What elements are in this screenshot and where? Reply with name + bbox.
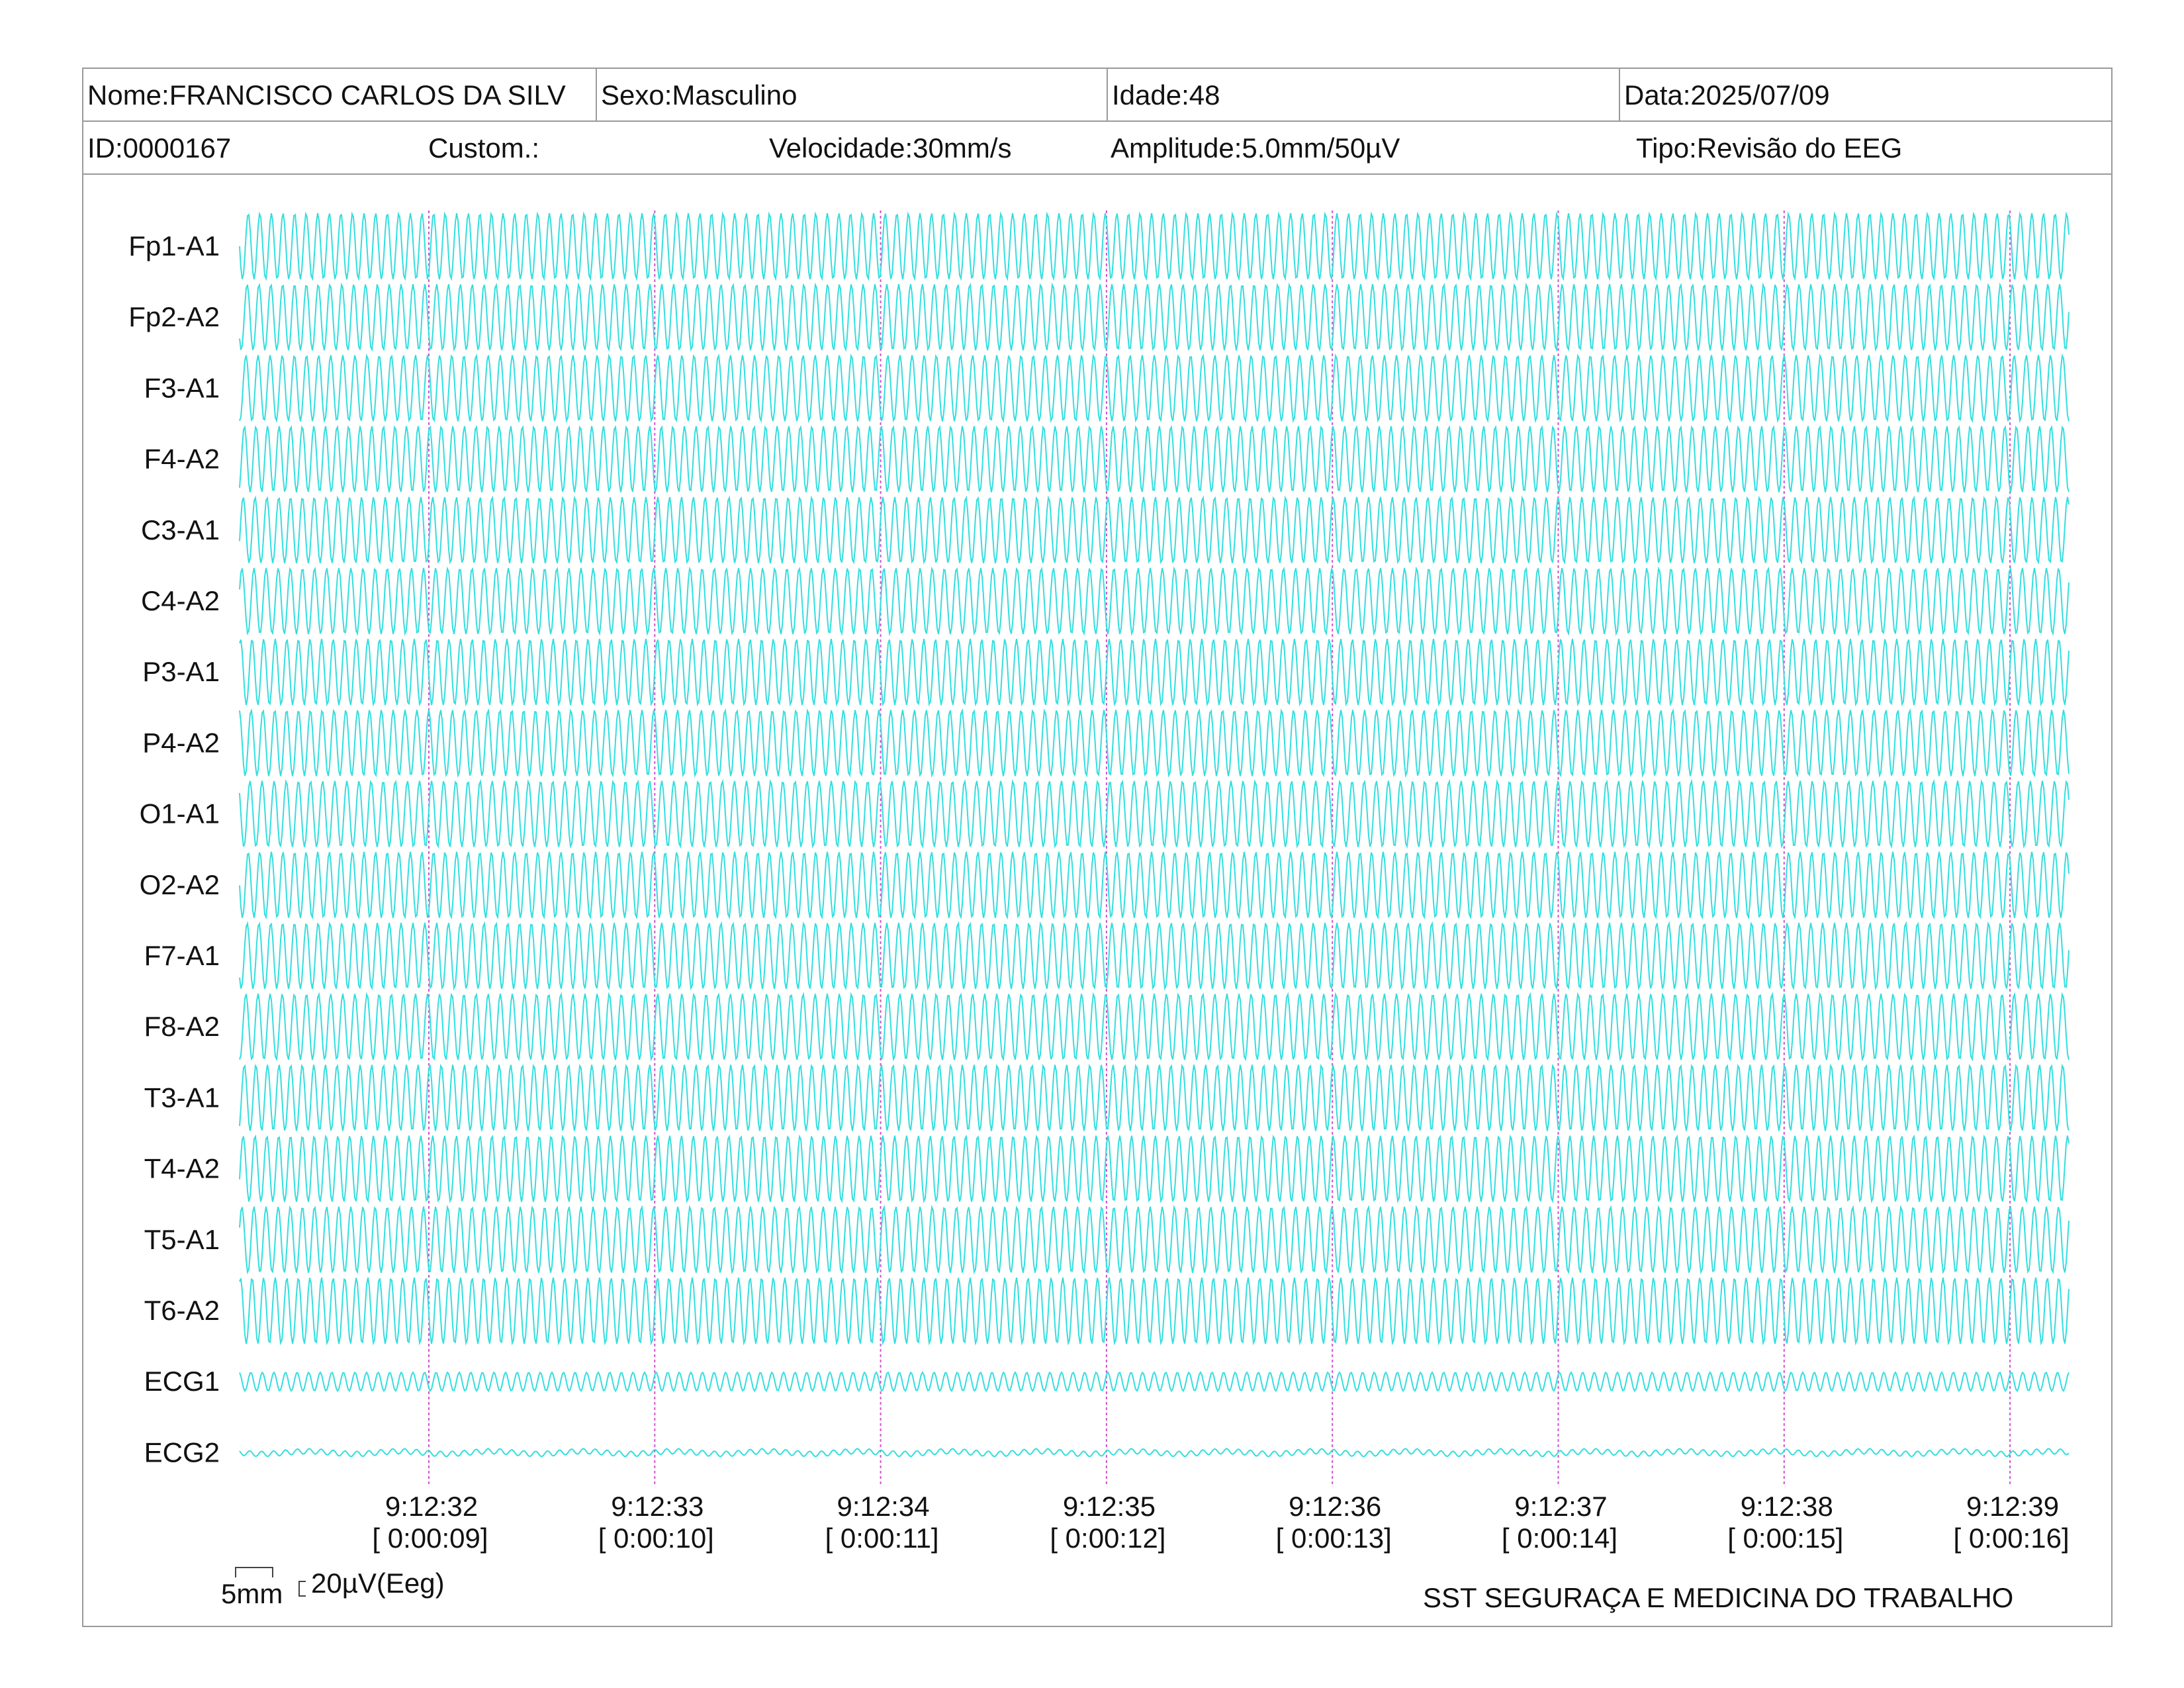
channel-label: P4-A2 [142,727,220,758]
trace-P3-A1 [239,639,2070,707]
time-scale-label: 5mm [221,1578,283,1609]
channel-label: P3-A1 [142,656,220,687]
clock-time-label: 9:12:39 [1966,1491,2059,1522]
trace-ECG1 [239,1371,2070,1393]
clock-time-label: 9:12:37 [1514,1491,1607,1522]
clock-time-label: 9:12:32 [385,1491,478,1522]
trace-Fp2-A2 [239,282,2070,352]
channel-label: O2-A2 [140,869,220,900]
channel-label: ECG1 [144,1366,220,1397]
clock-time-label: 9:12:33 [611,1491,704,1522]
trace-T5-A1 [239,1204,2070,1275]
channel-label: F4-A2 [144,444,220,475]
clinic-name: SST SEGURAÇA E MEDICINA DO TRABALHO [1423,1582,2014,1613]
trace-ECG2 [239,1448,2070,1458]
elapsed-time-label: [ 0:00:11] [825,1523,939,1554]
trace-T3-A1 [239,1063,2070,1131]
channel-label: C3-A1 [141,514,220,545]
elapsed-time-label: [ 0:00:12] [1050,1523,1165,1554]
trace-T4-A2 [239,1134,2070,1203]
elapsed-time-label: [ 0:00:15] [1727,1523,1843,1554]
trace-F7-A1 [239,921,2070,991]
clock-time-label: 9:12:38 [1741,1491,1833,1522]
channel-label: ECG2 [144,1436,220,1468]
elapsed-time-label: [ 0:00:09] [372,1523,488,1554]
channel-label: O1-A1 [140,798,220,829]
channel-label: F3-A1 [144,372,220,403]
clock-time-label: 9:12:36 [1289,1491,1381,1522]
channel-label: C4-A2 [141,585,220,616]
trace-Fp1-A1 [239,211,2070,281]
channel-label: T6-A2 [144,1295,220,1326]
trace-C4-A2 [239,566,2070,636]
channel-label: T5-A1 [144,1224,220,1255]
amplitude-scale-label: 20µV(Eeg) [311,1568,445,1599]
trace-T6-A2 [239,1277,2070,1346]
channel-label: F8-A2 [144,1011,220,1042]
clock-time-label: 9:12:35 [1063,1491,1156,1522]
trace-F4-A2 [239,425,2070,492]
trace-C3-A1 [239,495,2070,565]
channel-label: Fp2-A2 [128,301,220,332]
trace-F3-A1 [239,353,2070,424]
elapsed-time-label: [ 0:00:16] [1954,1523,2070,1554]
channel-label: Fp1-A1 [128,230,220,261]
clock-time-label: 9:12:34 [837,1491,930,1522]
elapsed-time-label: [ 0:00:10] [598,1523,714,1554]
trace-P4-A2 [239,708,2070,778]
channel-label: T3-A1 [144,1082,220,1113]
trace-F8-A2 [239,992,2070,1062]
elapsed-time-label: [ 0:00:14] [1502,1523,1617,1554]
trace-O1-A1 [239,778,2070,849]
eeg-traces-area: Fp1-A1 Fp2-A2 F3-A1 F4-A2 C3-A1 C4-A2 P3-A1 P4-… [128,211,2070,1597]
trace-O2-A2 [239,851,2070,920]
channel-label: T4-A2 [144,1153,220,1184]
elapsed-time-label: [ 0:00:13] [1276,1523,1392,1554]
channel-label: F7-A1 [144,940,220,971]
